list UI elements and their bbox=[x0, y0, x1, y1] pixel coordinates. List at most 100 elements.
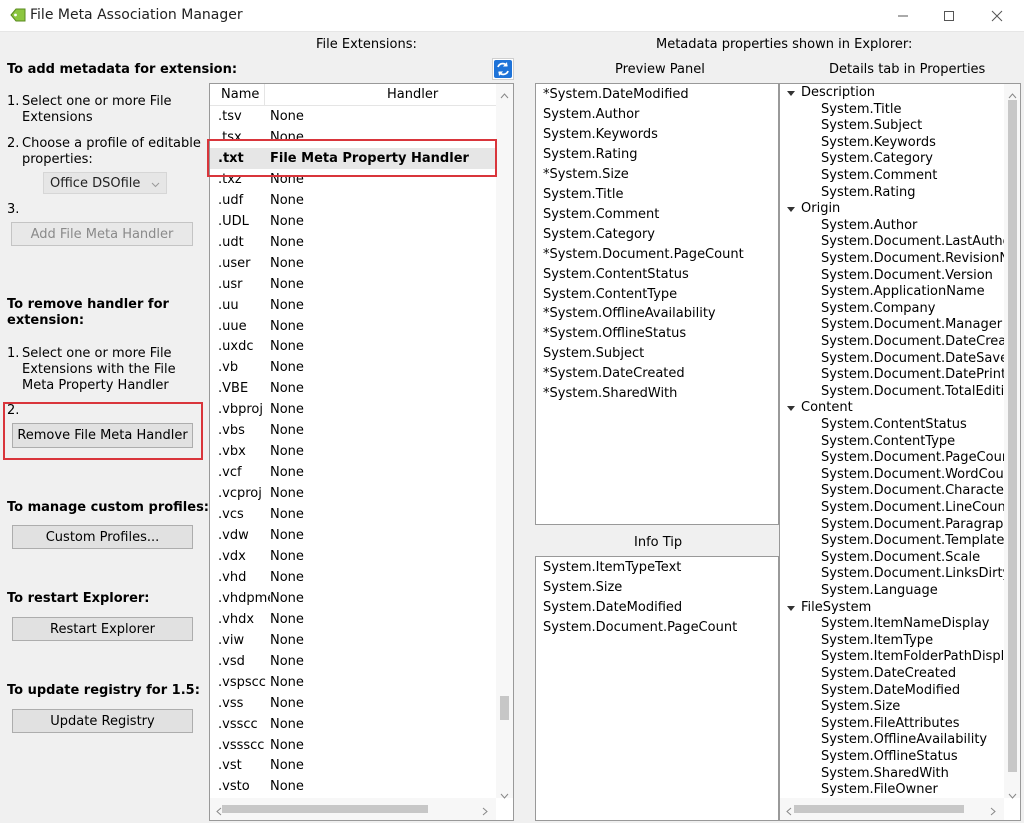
extension-row[interactable]: .uue None bbox=[210, 316, 496, 337]
extension-row[interactable]: .vdw None bbox=[210, 525, 496, 546]
extension-row[interactable]: .viw None bbox=[210, 630, 496, 651]
extension-row[interactable]: .usr None bbox=[210, 274, 496, 295]
extension-row[interactable]: .vhdx None bbox=[210, 609, 496, 630]
remove-handler-button[interactable]: Remove File Meta Handler bbox=[12, 423, 193, 448]
expand-caret-icon[interactable] bbox=[787, 207, 795, 213]
extension-row[interactable]: .vcf None bbox=[210, 462, 496, 483]
tree-property-item[interactable]: System.Keywords bbox=[821, 135, 936, 150]
tree-property-item[interactable]: System.Document.CharacterCount bbox=[821, 483, 1004, 498]
preview-property-item[interactable]: System.Category bbox=[543, 227, 655, 242]
maximize-button[interactable] bbox=[926, 0, 972, 32]
extension-row[interactable]: .vhd None bbox=[210, 567, 496, 588]
tree-property-item[interactable]: System.Document.LineCount bbox=[821, 500, 1004, 515]
extension-row[interactable]: .vsto None bbox=[210, 776, 496, 797]
tree-property-item[interactable]: System.ContentType bbox=[821, 434, 955, 449]
expand-caret-icon[interactable] bbox=[787, 406, 795, 412]
tree-property-item[interactable]: System.ApplicationName bbox=[821, 284, 985, 299]
preview-property-item[interactable]: System.Keywords bbox=[543, 127, 658, 142]
extension-row[interactable]: .vb None bbox=[210, 357, 496, 378]
close-button[interactable] bbox=[974, 0, 1020, 32]
extension-row[interactable]: .vhdpmemNone bbox=[210, 588, 496, 609]
tree-property-item[interactable]: System.Document.ParagraphCount bbox=[821, 517, 1004, 532]
extension-row[interactable]: .tsv None bbox=[210, 106, 496, 127]
info-tip-list[interactable]: System.ItemTypeText System.Size System.Dat… bbox=[535, 556, 779, 821]
extension-row[interactable]: .vdx None bbox=[210, 546, 496, 567]
extensions-vertical-scrollbar[interactable] bbox=[496, 84, 513, 799]
tree-property-item[interactable]: System.Document.Template bbox=[821, 533, 1004, 548]
tree-property-item[interactable]: System.Size bbox=[821, 699, 900, 714]
tree-property-item[interactable]: System.Subject bbox=[821, 118, 922, 133]
tree-property-item[interactable]: System.Document.DatePrinted bbox=[821, 367, 1004, 382]
tree-property-item[interactable]: System.Document.TotalEditingTime bbox=[821, 384, 1004, 399]
tree-property-item[interactable]: System.ItemNameDisplay bbox=[821, 616, 989, 631]
column-header-name[interactable]: Name bbox=[221, 87, 259, 102]
tree-group-label[interactable]: Content bbox=[801, 400, 853, 415]
extension-row[interactable]: .udt None bbox=[210, 232, 496, 253]
tree-property-item[interactable]: System.SharedWith bbox=[821, 766, 949, 781]
tree-property-item[interactable]: System.Document.Manager bbox=[821, 317, 1002, 332]
extensions-hscroll-thumb[interactable] bbox=[222, 805, 428, 813]
details-horizontal-scrollbar[interactable] bbox=[780, 798, 1004, 820]
extension-row[interactable]: .vbx None bbox=[210, 441, 496, 462]
tree-property-item[interactable]: System.FileOwner bbox=[821, 782, 938, 797]
preview-property-item[interactable]: System.ContentType bbox=[543, 287, 677, 302]
preview-property-item[interactable]: *System.Document.PageCount bbox=[543, 247, 744, 262]
extension-row[interactable]: .vsscc None bbox=[210, 714, 496, 735]
preview-property-item[interactable]: *System.DateCreated bbox=[543, 366, 685, 381]
restart-explorer-button[interactable]: Restart Explorer bbox=[12, 617, 193, 641]
extension-row[interactable]: .VBE None bbox=[210, 378, 496, 399]
tree-property-item[interactable]: System.Title bbox=[821, 102, 901, 117]
extension-row[interactable]: .vbs None bbox=[210, 420, 496, 441]
preview-property-item[interactable]: System.Title bbox=[543, 187, 623, 202]
refresh-button[interactable] bbox=[492, 58, 514, 80]
tree-property-item[interactable]: System.Document.DateCreated bbox=[821, 334, 1004, 349]
extension-row[interactable]: .vspscc None bbox=[210, 672, 496, 693]
extension-row[interactable]: .vcproj None bbox=[210, 483, 496, 504]
tree-property-item[interactable]: System.Document.PageCount bbox=[821, 450, 1004, 465]
extension-row[interactable]: .vbproj None bbox=[210, 399, 496, 420]
tree-group-label[interactable]: FileSystem bbox=[801, 600, 871, 615]
preview-property-item[interactable]: System.Subject bbox=[543, 346, 644, 361]
preview-property-item[interactable]: *System.SharedWith bbox=[543, 386, 677, 401]
tree-property-item[interactable]: System.Document.LinksDirty bbox=[821, 566, 1004, 581]
tree-property-item[interactable]: System.OfflineStatus bbox=[821, 749, 958, 764]
extension-row[interactable]: .UDL None bbox=[210, 211, 496, 232]
tree-property-item[interactable]: System.Rating bbox=[821, 185, 916, 200]
extension-row[interactable]: .vst None bbox=[210, 755, 496, 776]
info-tip-property-item[interactable]: System.Size bbox=[543, 580, 622, 595]
extensions-list[interactable]: Name Handler .tsv None .tsx None .txt File Me… bbox=[209, 83, 514, 821]
preview-property-item[interactable]: System.Comment bbox=[543, 207, 659, 222]
tree-property-item[interactable]: System.Document.RevisionNumber bbox=[821, 251, 1004, 266]
tree-property-item[interactable]: System.DateCreated bbox=[821, 666, 956, 681]
extensions-scroll-thumb[interactable] bbox=[500, 696, 509, 720]
expand-caret-icon[interactable] bbox=[787, 91, 795, 96]
tree-property-item[interactable]: System.DateModified bbox=[821, 683, 960, 698]
tree-property-item[interactable]: System.Document.WordCount bbox=[821, 467, 1004, 482]
preview-property-item[interactable]: *System.Size bbox=[543, 167, 629, 182]
tree-property-item[interactable]: System.ContentStatus bbox=[821, 417, 967, 432]
extension-row[interactable]: .vsd None bbox=[210, 651, 496, 672]
preview-panel-list[interactable]: *System.DateModified System.Author System.… bbox=[535, 83, 779, 525]
details-vertical-scrollbar[interactable] bbox=[1004, 84, 1020, 799]
info-tip-property-item[interactable]: System.DateModified bbox=[543, 600, 682, 615]
preview-property-item[interactable]: System.ContentStatus bbox=[543, 267, 689, 282]
custom-profiles-button[interactable]: Custom Profiles... bbox=[12, 525, 193, 549]
expand-caret-icon[interactable] bbox=[787, 605, 795, 611]
add-handler-button[interactable]: Add File Meta Handler bbox=[11, 222, 193, 246]
tree-group-label[interactable]: Origin bbox=[801, 201, 840, 216]
tree-property-item[interactable]: System.Document.DateSaved bbox=[821, 351, 1004, 366]
tree-property-item[interactable]: System.Comment bbox=[821, 168, 937, 183]
minimize-button[interactable] bbox=[880, 0, 926, 32]
column-header-handler[interactable]: Handler bbox=[387, 87, 438, 102]
tree-property-item[interactable]: System.Language bbox=[821, 583, 938, 598]
preview-property-item[interactable]: *System.OfflineStatus bbox=[543, 326, 686, 341]
extension-row[interactable]: .user None bbox=[210, 253, 496, 274]
preview-property-item[interactable]: *System.OfflineAvailability bbox=[543, 306, 716, 321]
preview-property-item[interactable]: *System.DateModified bbox=[543, 87, 689, 102]
tree-group-label[interactable]: Description bbox=[801, 85, 875, 100]
extension-row[interactable]: .udf None bbox=[210, 190, 496, 211]
tree-property-item[interactable]: System.Document.Version bbox=[821, 268, 993, 283]
update-registry-button[interactable]: Update Registry bbox=[12, 709, 193, 733]
tree-property-item[interactable]: System.ItemFolderPathDisplay bbox=[821, 649, 1004, 664]
extension-row[interactable]: .vcs None bbox=[210, 504, 496, 525]
